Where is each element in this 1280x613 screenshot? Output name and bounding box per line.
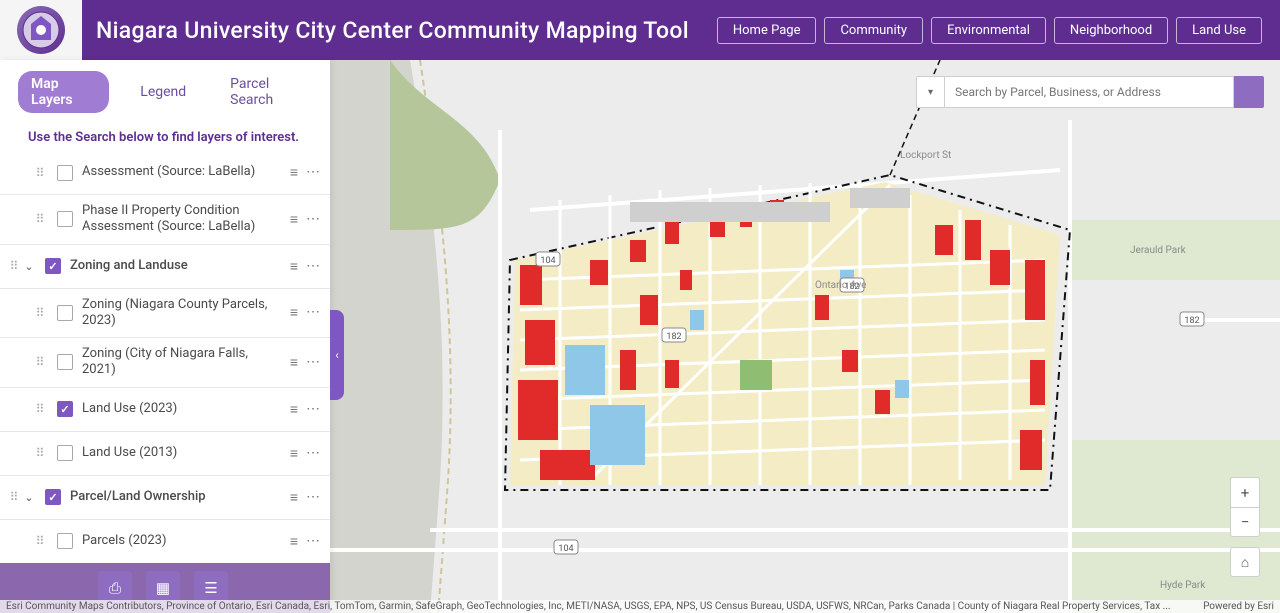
layer-row: ⠿ Zoning (Niagara County Parcels, 2023) …	[0, 289, 330, 339]
legend-toggle-icon[interactable]: ≡	[290, 211, 298, 228]
layer-options-icon[interactable]: ⋯	[306, 354, 320, 371]
chevron-down-icon[interactable]: ⌄	[22, 491, 36, 504]
layer-checkbox[interactable]	[57, 354, 73, 370]
drag-handle-icon[interactable]: ⠿	[32, 534, 48, 548]
legend-toggle-icon[interactable]: ≡	[290, 354, 298, 371]
layer-label: Zoning (City of Niagara Falls, 2021)	[82, 346, 290, 379]
tab-parcel-search[interactable]: Parcel Search	[217, 71, 320, 113]
drag-handle-icon[interactable]: ⠿	[32, 402, 48, 416]
nav-neighborhood[interactable]: Neighborhood	[1054, 17, 1168, 44]
drag-handle-icon[interactable]: ⠿	[6, 490, 22, 504]
legend-toggle-icon[interactable]: ≡	[290, 164, 298, 181]
search-input[interactable]	[944, 76, 1234, 108]
map-canvas[interactable]: 104 182 182 182 104 Lockport St Ontario …	[330, 60, 1280, 613]
legend-toggle-icon[interactable]: ≡	[290, 304, 298, 321]
home-extent-button[interactable]: ⌂	[1230, 547, 1260, 577]
layer-checkbox[interactable]	[57, 165, 73, 181]
layer-options-icon[interactable]: ⋯	[306, 401, 320, 418]
layer-row: ⠿ Land Use (2023) ≡ ⋯	[0, 388, 330, 432]
layer-options-icon[interactable]: ⋯	[306, 304, 320, 321]
layer-label: Zoning (Niagara County Parcels, 2023)	[82, 297, 290, 330]
nav-community[interactable]: Community	[824, 17, 923, 44]
drag-handle-icon[interactable]: ⠿	[32, 212, 48, 226]
layer-label: Phase II Property Condition Assessment (…	[82, 203, 290, 236]
layer-checkbox[interactable]	[57, 401, 73, 417]
layer-label: Zoning and Landuse	[70, 258, 290, 274]
layer-group: ⠿ ⌄ Parcel/Land Ownership ≡ ⋯	[0, 476, 330, 520]
attribution-esri[interactable]: Powered by Esri	[1203, 601, 1274, 612]
legend-toggle-icon[interactable]: ≡	[290, 445, 298, 462]
layer-checkbox[interactable]	[57, 305, 73, 321]
search-bar: ▾	[916, 76, 1264, 108]
map-park-label: Jerauld Park	[1130, 245, 1186, 256]
drag-handle-icon[interactable]: ⠿	[32, 446, 48, 460]
layer-options-icon[interactable]: ⋯	[306, 258, 320, 275]
map-attribution: Esri Community Maps Contributors, Provin…	[0, 600, 1280, 613]
layer-checkbox[interactable]	[57, 533, 73, 549]
svg-text:104: 104	[540, 256, 555, 266]
search-button[interactable]	[1234, 76, 1264, 108]
drag-handle-icon[interactable]: ⠿	[32, 306, 48, 320]
sidebar-instruction: Use the Search below to find layers of i…	[0, 124, 330, 151]
nav-environmental[interactable]: Environmental	[931, 17, 1046, 44]
legend-toggle-icon[interactable]: ≡	[290, 533, 298, 550]
drag-handle-icon[interactable]: ⠿	[6, 259, 22, 273]
layer-row: ⠿ Assessment (Source: LaBella) ≡ ⋯	[0, 151, 330, 195]
svg-text:182: 182	[1184, 316, 1199, 326]
legend-toggle-icon[interactable]: ≡	[290, 401, 298, 418]
nav-home[interactable]: Home Page	[717, 17, 817, 44]
layer-row: ⠿ Parcels (2023) ≡ ⋯	[0, 520, 330, 564]
zoom-out-button[interactable]: −	[1230, 507, 1260, 537]
zoom-controls: + − ⌂	[1230, 477, 1260, 577]
drag-handle-icon[interactable]: ⠿	[32, 355, 48, 369]
legend-toggle-icon[interactable]: ≡	[290, 258, 298, 275]
attribution-sources: Esri Community Maps Contributors, Provin…	[6, 601, 1171, 612]
layer-label: Parcels (2023)	[82, 533, 290, 549]
layer-checkbox[interactable]	[45, 489, 61, 505]
layer-list: ⠿ Assessment (Source: LaBella) ≡ ⋯ ⠿ Phas…	[0, 151, 330, 563]
tab-map-layers[interactable]: Map Layers	[18, 71, 109, 113]
layer-label: Land Use (2013)	[82, 445, 290, 461]
app-header: Niagara University City Center Community…	[0, 0, 1280, 60]
layer-options-icon[interactable]: ⋯	[306, 164, 320, 181]
layer-group: ⠿ ⌄ Zoning and Landuse ≡ ⋯	[0, 245, 330, 289]
map-street-label: Lockport St	[900, 150, 951, 161]
layer-options-icon[interactable]: ⋯	[306, 533, 320, 550]
nav-buttons: Home Page Community Environmental Neighb…	[717, 17, 1280, 44]
app-logo	[17, 6, 65, 54]
map-park-label: Hyde Park	[1160, 580, 1205, 591]
legend-toggle-icon[interactable]: ≡	[290, 489, 298, 506]
layer-label: Parcel/Land Ownership	[70, 489, 290, 505]
layer-row: ⠿ Zoning (City of Niagara Falls, 2021) ≡…	[0, 338, 330, 388]
zoom-in-button[interactable]: +	[1230, 477, 1260, 507]
layer-row: ⠿ Phase II Property Condition Assessment…	[0, 195, 330, 245]
layer-options-icon[interactable]: ⋯	[306, 211, 320, 228]
layer-checkbox[interactable]	[57, 211, 73, 227]
layer-options-icon[interactable]: ⋯	[306, 489, 320, 506]
logo-container	[0, 0, 82, 60]
layer-label: Assessment (Source: LaBella)	[82, 164, 290, 180]
layer-checkbox[interactable]	[57, 445, 73, 461]
tab-legend[interactable]: Legend	[127, 79, 199, 105]
drag-handle-icon[interactable]: ⠿	[32, 166, 48, 180]
layer-options-icon[interactable]: ⋯	[306, 445, 320, 462]
layer-row: ⠿ Land Use (2013) ≡ ⋯	[0, 432, 330, 476]
sidebar-collapse-handle[interactable]: ‹	[330, 310, 344, 400]
app-title: Niagara University City Center Community…	[96, 17, 689, 44]
sidebar-tabs: Map Layers Legend Parcel Search	[0, 60, 330, 124]
sidebar: Map Layers Legend Parcel Search Use the …	[0, 60, 330, 613]
svg-text:182: 182	[666, 332, 681, 342]
layer-checkbox[interactable]	[45, 258, 61, 274]
layer-label: Land Use (2023)	[82, 401, 290, 417]
nav-landuse[interactable]: Land Use	[1176, 17, 1262, 44]
map-street-label: Ontario Ave	[815, 280, 866, 291]
svg-text:104: 104	[558, 544, 573, 554]
chevron-down-icon[interactable]: ⌄	[22, 260, 36, 273]
